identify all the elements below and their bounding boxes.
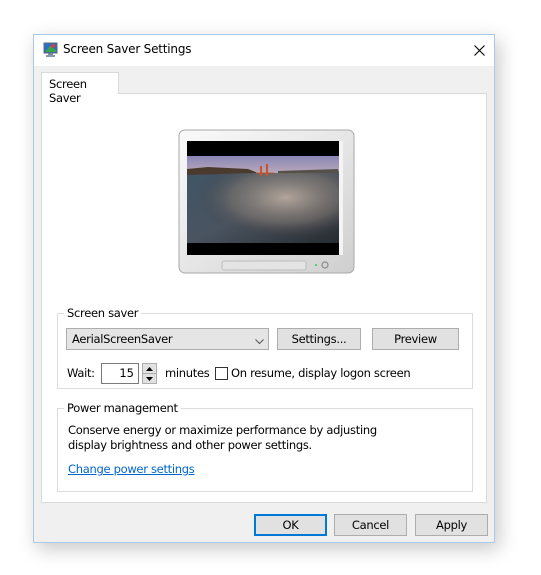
monitor-preview	[178, 129, 356, 278]
title-bar: Screen Saver Settings	[34, 35, 494, 66]
resume-logon-label[interactable]: On resume, display logon screen	[231, 366, 411, 380]
wait-label: Wait:	[67, 366, 95, 380]
screen-saver-dropdown[interactable]: AerialScreenSaver	[66, 328, 269, 350]
close-icon	[473, 44, 485, 56]
screen-saver-settings-icon	[43, 42, 59, 58]
screen-saver-settings-dialog: Screen Saver Settings Screen Saver Scree…	[33, 34, 495, 543]
power-management-group-label: Power management	[64, 401, 181, 415]
wait-minutes-spinner	[142, 363, 157, 384]
arrow-down-icon	[146, 376, 153, 381]
settings-button[interactable]: Settings...	[277, 328, 361, 350]
power-description: Conserve energy or maximize performance …	[68, 423, 377, 452]
cancel-button[interactable]: Cancel	[334, 514, 407, 536]
ok-button[interactable]: OK	[254, 514, 327, 536]
window-title: Screen Saver Settings	[63, 42, 192, 56]
resume-logon-checkbox[interactable]	[215, 367, 228, 380]
monitor-icon	[178, 129, 355, 274]
spin-down-button[interactable]	[143, 374, 156, 383]
change-power-settings-link[interactable]: Change power settings	[68, 462, 195, 476]
preview-button[interactable]: Preview	[372, 328, 459, 350]
screen-saver-group: Screen saver AerialScreenSaver Settings.…	[57, 306, 473, 389]
arrow-up-icon	[146, 366, 153, 371]
minutes-label: minutes	[165, 366, 210, 380]
tab-screen-saver[interactable]: Screen Saver	[41, 72, 119, 105]
screen-saver-group-label: Screen saver	[64, 306, 142, 320]
apply-button[interactable]: Apply	[415, 514, 488, 536]
tab-panel-screen-saver: Screen saver AerialScreenSaver Settings.…	[41, 93, 487, 503]
power-management-group: Power management Conserve energy or maxi…	[57, 401, 473, 492]
close-button[interactable]	[464, 35, 494, 65]
chevron-down-icon	[255, 334, 264, 348]
wait-minutes-input[interactable]: 15	[101, 363, 139, 384]
spin-up-button[interactable]	[143, 364, 156, 374]
screen-saver-selected: AerialScreenSaver	[72, 332, 173, 346]
